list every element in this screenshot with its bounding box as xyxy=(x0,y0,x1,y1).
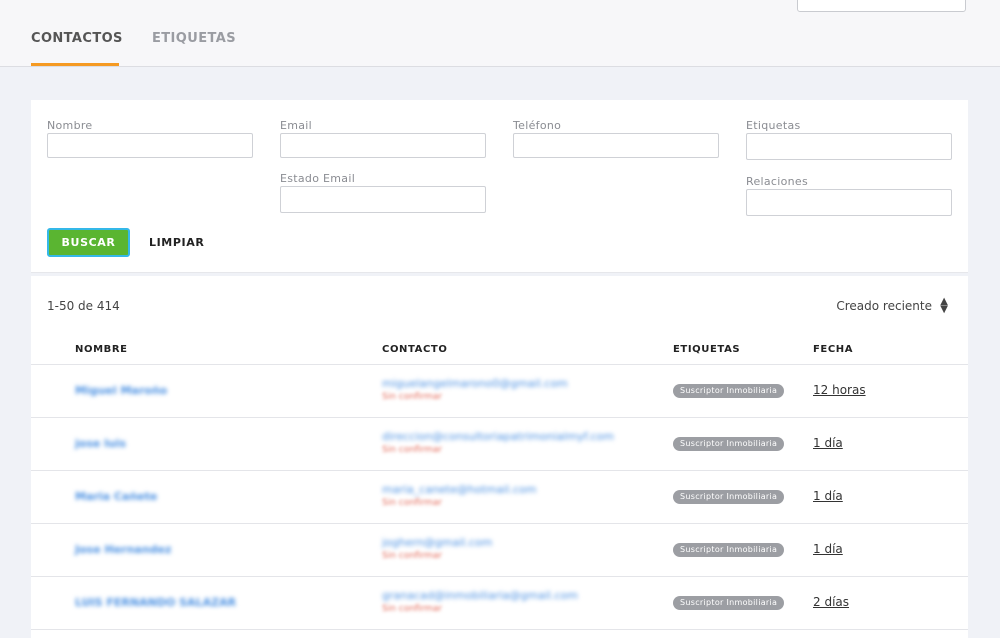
email-status: Sin confirmar xyxy=(382,445,443,455)
contact-name[interactable]: Jose Hernandez xyxy=(75,543,171,556)
created-date[interactable]: 2 días xyxy=(813,595,849,609)
sort-arrows-icon[interactable]: ▲ ▼ xyxy=(940,297,948,315)
results-panel: 1-50 de 414 Creado reciente ▲ ▼ NOMBRE CO… xyxy=(31,276,968,638)
nombre-label: Nombre xyxy=(47,119,93,132)
column-header-fecha[interactable]: FECHA xyxy=(813,344,853,355)
etiquetas-label: Etiquetas xyxy=(746,119,801,132)
estado-email-select[interactable] xyxy=(280,186,486,213)
email-label: Email xyxy=(280,119,313,132)
contact-name[interactable]: jose luis xyxy=(75,437,126,450)
contact-name[interactable]: Miguel Maroño xyxy=(75,384,167,397)
search-button[interactable]: BUSCAR xyxy=(47,228,130,257)
tag-badge: Suscriptor Inmobiliaria xyxy=(673,490,785,504)
contact-email[interactable]: maria_canete@hotmail.com xyxy=(382,483,536,496)
table-row[interactable]: LUIS FERNANDO SALAZAR granacad@inmobilia… xyxy=(31,577,968,630)
relaciones-label: Relaciones xyxy=(746,175,809,188)
email-field[interactable] xyxy=(280,133,486,158)
tab-contactos[interactable]: CONTACTOS xyxy=(31,31,122,66)
top-bar: CONTACTOS ETIQUETAS xyxy=(0,0,1000,67)
created-date[interactable]: 1 día xyxy=(813,542,843,556)
relaciones-field[interactable] xyxy=(746,189,952,216)
contact-email[interactable]: granacad@inmobiliaria@gmail.com xyxy=(382,589,578,602)
email-status: Sin confirmar xyxy=(382,604,443,614)
table-row[interactable]: Miguel Maroño miguelangelmarono0@gmail.c… xyxy=(31,365,968,418)
results-count: 1-50 de 414 xyxy=(47,299,120,313)
contact-name[interactable]: LUIS FERNANDO SALAZAR xyxy=(75,596,236,609)
email-status: Sin confirmar xyxy=(382,551,443,561)
tag-badge: Suscriptor Inmobiliaria xyxy=(673,543,785,557)
created-date[interactable]: 1 día xyxy=(813,436,843,450)
sort-selector[interactable]: Creado reciente xyxy=(836,299,932,313)
telefono-label: Teléfono xyxy=(513,119,562,132)
filter-panel: Nombre Email Teléfono Etiquetas Estado E… xyxy=(31,100,968,273)
table-row[interactable]: Jose Hernandez joghern@gmail.com Sin con… xyxy=(31,524,968,577)
created-date[interactable]: 12 horas xyxy=(813,383,866,397)
email-status: Sin confirmar xyxy=(382,498,443,508)
clear-button[interactable]: LIMPIAR xyxy=(141,228,221,257)
contact-email[interactable]: miguelangelmarono0@gmail.com xyxy=(382,377,568,390)
table-row[interactable]: Maria Cañete maria_canete@hotmail.com Si… xyxy=(31,471,968,524)
contact-name[interactable]: Maria Cañete xyxy=(75,490,157,503)
etiquetas-field[interactable] xyxy=(746,133,952,160)
column-header-contacto[interactable]: CONTACTO xyxy=(382,344,447,355)
email-status: Sin confirmar xyxy=(382,392,443,402)
tag-badge: Suscriptor Inmobiliaria xyxy=(673,437,785,451)
tag-badge: Suscriptor Inmobiliaria xyxy=(673,596,785,610)
column-header-nombre[interactable]: NOMBRE xyxy=(75,344,128,355)
contact-email[interactable]: direccion@consultoriapatrimonialmyf.com xyxy=(382,430,614,443)
nombre-field[interactable] xyxy=(47,133,253,158)
table-row[interactable]: jose luis direccion@consultoriapatrimoni… xyxy=(31,418,968,471)
tag-badge: Suscriptor Inmobiliaria xyxy=(673,384,785,398)
global-search-input[interactable] xyxy=(797,0,966,12)
telefono-field[interactable] xyxy=(513,133,719,158)
created-date[interactable]: 1 día xyxy=(813,489,843,503)
column-header-etiquetas[interactable]: ETIQUETAS xyxy=(673,344,740,355)
contact-email[interactable]: joghern@gmail.com xyxy=(382,536,492,549)
estado-email-label: Estado Email xyxy=(280,172,356,185)
tab-etiquetas[interactable]: ETIQUETAS xyxy=(152,31,236,66)
